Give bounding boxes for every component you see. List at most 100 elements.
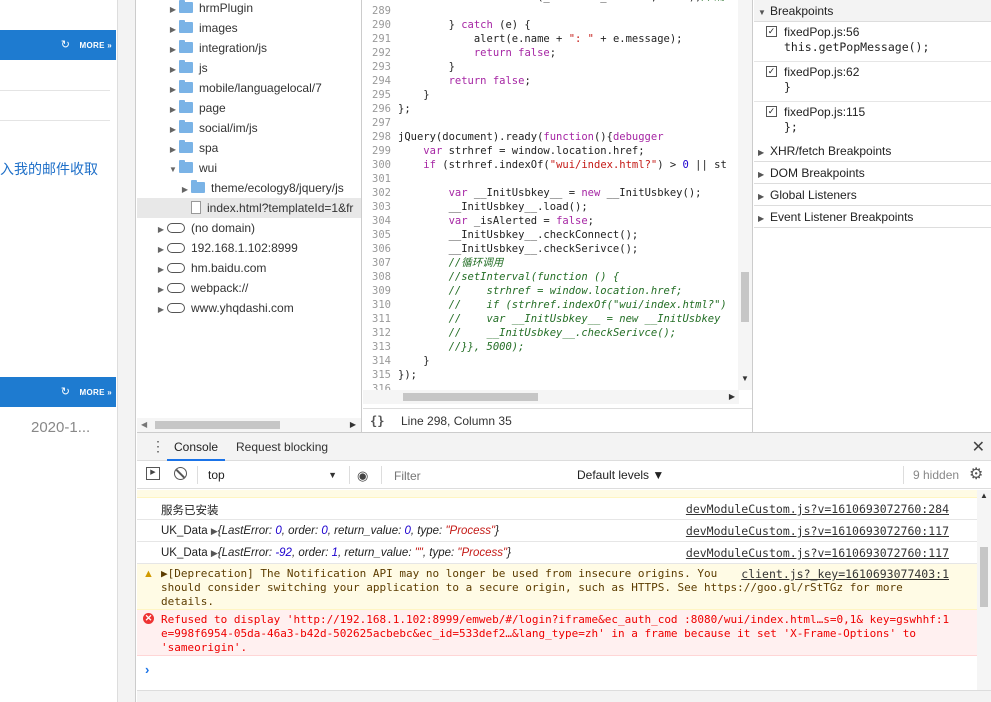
warning-text-line[interactable]: ▶[Deprecation] The Notification API may … [161,567,717,581]
line-number[interactable]: 314 [363,354,391,368]
breakpoint-item[interactable]: ✓ fixedPop.js:56 this.getPopMessage(); [754,22,991,62]
sidebar-pane-header[interactable]: ▶ XHR/fetch Breakpoints [754,140,991,162]
code-line[interactable]: 298 jQuery(document).ready(function(){deb… [363,130,739,144]
code-line[interactable]: 303 __InitUsbkey__.load(); [363,200,739,214]
scroll-down-icon[interactable]: ▼ [741,374,749,383]
line-number[interactable]: 308 [363,270,391,284]
collapsed-arrow-icon[interactable]: ▶ [167,20,179,40]
line-number[interactable]: 303 [363,200,391,214]
line-number[interactable]: 312 [363,326,391,340]
refresh-icon[interactable]: ↻ [61,38,70,51]
line-number[interactable]: 305 [363,228,391,242]
code-line[interactable]: 314 } [363,354,739,368]
code-line[interactable]: 301 [363,172,739,186]
expanded-arrow-icon[interactable]: ▼ [167,160,179,180]
code-line[interactable]: 297 [363,116,739,130]
code-line[interactable]: 313 //}}, 5000); [363,340,739,354]
sidebar-pane-header[interactable]: ▶ DOM Breakpoints [754,162,991,184]
line-number[interactable]: 291 [363,32,391,46]
breakpoints-header[interactable]: ▼ Breakpoints [754,0,991,22]
collapsed-arrow-icon[interactable]: ▶ [155,300,167,320]
code-line[interactable]: 293 } [363,60,739,74]
log-levels-dropdown[interactable]: Default levels ▼ [577,468,664,482]
code-line[interactable]: 291 alert(e.name + ": " + e.message); [363,32,739,46]
line-number[interactable]: 299 [363,144,391,158]
code-line[interactable]: 307 //循环调用 [363,256,739,270]
scroll-thumb[interactable] [741,272,749,322]
close-icon[interactable]: ✕ [972,437,985,457]
code-line[interactable]: 294 return false; [363,74,739,88]
gear-icon[interactable]: ⚙ [969,464,983,484]
code-editor[interactable]: 288 setTimeout(_this.err_Connect, 3000);… [363,0,753,432]
line-number[interactable]: 306 [363,242,391,256]
line-number[interactable]: 294 [363,74,391,88]
line-number[interactable]: 292 [363,46,391,60]
more-button[interactable]: MORE » [80,41,112,50]
tree-item[interactable]: ▶ hm.baidu.com [137,258,266,278]
source-link[interactable]: devModuleCustom.js?v=1610693072760:117 [686,546,949,560]
expand-triangle-icon[interactable]: ▶ [211,548,218,558]
line-number[interactable]: 297 [363,116,391,130]
tree-item[interactable]: ▶ theme/ecology8/jquery/js [137,178,344,198]
editor-vertical-scrollbar[interactable]: ▼ [738,0,752,390]
scroll-left-icon[interactable]: ◀ [141,420,147,429]
more-button[interactable]: MORE » [80,388,112,397]
checkbox-checked[interactable]: ✓ [766,66,777,77]
collapsed-arrow-icon[interactable]: ▶ [167,140,179,160]
collapsed-arrow-icon[interactable]: ▶ [167,60,179,80]
collapsed-arrow-icon[interactable]: ▶ [155,220,167,240]
source-link[interactable]: devModuleCustom.js?v=1610693072760:284 [686,502,949,516]
sidebar-pane-header[interactable]: ▶ Global Listeners [754,184,991,206]
tree-item[interactable]: ▶ page [137,98,226,118]
sidebar-toggle-icon[interactable]: ▶ [146,467,160,480]
line-number[interactable]: 307 [363,256,391,270]
clear-console-icon[interactable] [174,467,187,480]
error-text-line[interactable]: Refused to display 'http://192.168.1.102… [161,613,949,627]
tree-item[interactable]: ▶ js [137,58,208,78]
tree-item[interactable]: index.html?templateId=1&fr [137,198,361,218]
line-number[interactable]: 298 [363,130,391,144]
scroll-up-icon[interactable]: ▲ [980,491,988,500]
breakpoint-item[interactable]: ✓ fixedPop.js:62} [754,62,991,102]
collapsed-arrow-icon[interactable]: ▶ [155,280,167,300]
navigator-horizontal-scrollbar[interactable]: ◀ ▶ [137,418,361,432]
tree-item[interactable]: ▶ integration/js [137,38,267,58]
sidebar-pane-header[interactable]: ▶ Event Listener Breakpoints [754,206,991,228]
line-number[interactable]: 293 [363,60,391,74]
code-line[interactable]: 305 __InitUsbkey__.checkConnect(); [363,228,739,242]
line-number[interactable]: 304 [363,214,391,228]
eye-icon[interactable]: ◉ [357,468,368,484]
collapsed-arrow-icon[interactable]: ▶ [167,40,179,60]
collapsed-arrow-icon[interactable]: ▶ [155,240,167,260]
code-line[interactable]: 296}; [363,102,739,116]
collapsed-arrow-icon[interactable]: ▶ [167,0,179,20]
line-number[interactable]: 302 [363,186,391,200]
mail-link[interactable]: 入我的邮件收取 [0,159,98,179]
tree-item[interactable]: ▶ (no domain) [137,218,255,238]
tree-item[interactable]: ▶ webpack:// [137,278,248,298]
line-number[interactable]: 313 [363,340,391,354]
tree-item[interactable]: ▶ hrmPlugin [137,0,253,18]
scroll-thumb[interactable] [155,421,280,429]
code-line[interactable]: 306 __InitUsbkey__.checkSerivce(); [363,242,739,256]
refresh-icon[interactable]: ↻ [61,385,70,398]
code-line[interactable]: 289 [363,4,739,18]
collapsed-arrow-icon[interactable]: ▶ [167,120,179,140]
context-selector[interactable]: top ▼ [203,465,343,485]
expand-triangle-icon[interactable]: ▶ [211,526,218,536]
line-number[interactable]: 296 [363,102,391,116]
collapsed-arrow-icon[interactable]: ▶ [167,100,179,120]
code-line[interactable]: 292 return false; [363,46,739,60]
tree-item[interactable]: ▶ social/im/js [137,118,258,138]
line-number[interactable]: 309 [363,284,391,298]
console-prompt-icon[interactable]: › [145,662,149,677]
line-number[interactable]: 300 [363,158,391,172]
tree-item[interactable]: ▶ 192.168.1.102:8999 [137,238,298,258]
collapsed-arrow-icon[interactable]: ▶ [155,260,167,280]
code-line[interactable]: 302 var __InitUsbkey__ = new __InitUsbke… [363,186,739,200]
editor-horizontal-scrollbar[interactable]: ▶ [363,390,739,404]
breakpoint-item[interactable]: ✓ fixedPop.js:115}; [754,102,991,142]
pretty-print-icon[interactable]: {} [370,409,384,432]
scroll-right-icon[interactable]: ▶ [350,420,356,429]
code-line[interactable]: 299 var strhref = window.location.href; [363,144,739,158]
